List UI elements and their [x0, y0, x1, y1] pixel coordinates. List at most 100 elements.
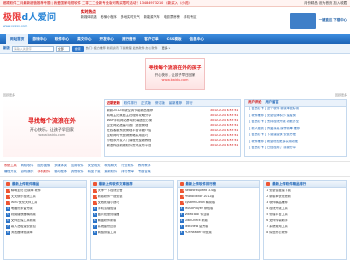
category-link[interactable]: 系统工具: [4, 164, 17, 168]
category-link[interactable]: 多媒体类: [54, 164, 67, 168]
item-link[interactable]: 视频播放器精简版: [11, 213, 36, 217]
item-link[interactable]: 看图软件新版: [98, 219, 117, 223]
item-link[interactable]: 2 新版本优化更新: [266, 195, 291, 199]
list-item[interactable]: 8 综合办公软件: [264, 230, 346, 236]
rank-badge: 2: [6, 195, 11, 199]
item-link[interactable]: DiskCheck 新版: [185, 219, 208, 223]
tab-comments[interactable]: 用户评论: [248, 100, 261, 105]
search-button[interactable]: 搜索: [71, 45, 84, 52]
category-link[interactable]: 其他软件: [71, 170, 84, 174]
category-link[interactable]: 精品下载: [88, 170, 101, 174]
banner-ad[interactable]: 寻找每个流浪在外的孩子 开心快乐 , 让孩子早日回家 www.baidu.com: [0, 54, 350, 94]
header-promo[interactable]: 一键直达 下载中心: [227, 10, 347, 32]
nav-item[interactable]: 开发中心: [96, 34, 118, 44]
item-link[interactable]: 图片批量处理器: [98, 213, 120, 217]
item-link[interactable]: PhotoEditor 2012版: [185, 195, 215, 199]
nav-item-home[interactable]: 网站首页: [6, 34, 29, 44]
nav-item[interactable]: 客户订单: [140, 34, 162, 44]
category-link[interactable]: 行业软件: [121, 164, 134, 168]
list-item[interactable]: 新浪科技新版软件资讯发布平台 2012-2-24 6:57:51: [107, 143, 239, 148]
item-link[interactable]: NetworkSpeed 3.4版: [185, 189, 217, 193]
item-link[interactable]: TextView 官方版: [185, 225, 209, 229]
hot-link[interactable]: 新能源汽车: [144, 15, 160, 20]
news-title[interactable]: 新浪科技新版软件资讯发布平台: [107, 144, 152, 148]
nav-item[interactable]: CSS模板: [163, 34, 186, 44]
news-title[interactable]: 精明主妇家庭主妇理财攻略分享: [107, 114, 152, 118]
search-more-link[interactable]: 更多 »: [162, 46, 171, 51]
hot-link[interactable]: 多地实时天气: [121, 15, 140, 20]
item-link[interactable]: VideoTool 专业版: [185, 213, 210, 217]
item-link[interactable]: Win7优化大师工具: [11, 201, 37, 205]
item-link[interactable]: SystemClean 精简版: [185, 201, 216, 205]
item-link[interactable]: 新版软件一键安装: [98, 195, 123, 199]
tab[interactable]: 排行: [184, 100, 195, 106]
item-link[interactable]: 网络测速工具: [98, 231, 117, 235]
category-link[interactable]: 联络聊天: [105, 164, 118, 168]
category-link[interactable]: 图形图像: [38, 164, 51, 168]
nav-item[interactable]: 美文中心: [73, 34, 95, 44]
category-link[interactable]: 应用软件: [71, 164, 84, 168]
list-item[interactable]: 8 网络测速工具: [91, 230, 173, 236]
news-title[interactable]: 小程序开发入门课程完整版教程: [107, 139, 152, 143]
item-link[interactable]: 3 软件精品推荐: [266, 201, 288, 205]
item-link[interactable]: 大学一下在线公告: [98, 189, 123, 193]
news-title[interactable]: 互联网时代营销策略实用技巧: [107, 134, 148, 138]
item-link[interactable]: PDFReader 中文版: [185, 231, 212, 235]
search-input[interactable]: 请输入关键字: [11, 45, 54, 52]
nav-item[interactable]: 软件中心: [51, 34, 73, 44]
tab-recent[interactable]: 近期更新: [104, 100, 122, 106]
hot-link[interactable]: 秒懂小程序: [101, 15, 117, 20]
category-link[interactable]: 最新软件: [105, 170, 118, 174]
item-link[interactable]: 浏览器绿色版本: [11, 231, 33, 235]
news-title[interactable]: WAP手机网站移动终端适配方案: [107, 119, 152, 123]
nav-item[interactable]: 游戏中心: [28, 34, 50, 44]
item-link[interactable]: 文件压缩工具新版: [11, 219, 36, 223]
item-link[interactable]: 输入法极速安装包: [11, 225, 36, 229]
item-link[interactable]: 电脑管家官方版: [11, 207, 33, 211]
category-link[interactable]: 安全相关: [88, 164, 101, 168]
item-link[interactable]: 5 管理平台工具: [266, 213, 288, 217]
item-link[interactable]: 天天快乐在线工具: [11, 195, 36, 199]
list-item[interactable]: 8 浏览器绿色版本: [4, 230, 86, 236]
item-link[interactable]: 手机清理加速: [98, 207, 117, 211]
column-icon: [179, 182, 184, 186]
category-link[interactable]: 排行榜单: [121, 170, 134, 174]
left-ad[interactable]: 寻找每个流浪在外 开心快乐，让孩子早回家 www.baidu.com: [3, 99, 101, 157]
item-link[interactable]: 6 文件传输助手: [266, 219, 288, 223]
top-notice[interactable]: 都顺软件二月最新超值推荐专题 | 我爱国家电视软件 二零二二全新专业版可购买限时…: [3, 1, 192, 5]
search-category-select[interactable]: 全部: [55, 45, 70, 52]
category-link[interactable]: 编程开发: [4, 170, 17, 174]
tab[interactable]: 软件排行: [122, 100, 139, 106]
item-link[interactable]: 1 安装包极速下载: [266, 189, 291, 193]
list-item[interactable]: 8 PDFReader 中文版: [178, 230, 260, 236]
news-title[interactable]: 企业网站搭建与推广运营管理: [107, 124, 148, 128]
category-link[interactable]: 驱动程序: [54, 170, 67, 174]
item-link[interactable]: 精明主妇 旧版本 软件: [11, 189, 41, 193]
tab[interactable]: 正式版: [139, 100, 153, 106]
item-link[interactable]: 8 综合办公软件: [266, 231, 288, 235]
item-link[interactable]: 4 在线升级工具: [266, 207, 288, 211]
category-link[interactable]: 游戏娱乐: [21, 170, 34, 174]
category-link[interactable]: 专题合集: [138, 170, 151, 174]
hot-link[interactable]: 电影票房榜: [164, 15, 180, 20]
hot-search-tags[interactable]: 热门: 极力推荐 新闻资讯 下载教程 最热软件 办公软件: [86, 46, 158, 51]
nav-item[interactable]: 流行音乐: [118, 34, 140, 44]
item-link[interactable]: MusicPlayer 绿色版: [185, 207, 214, 211]
tab[interactable]: 修订版: [153, 100, 167, 106]
category-link[interactable]: 网络软件: [21, 164, 34, 168]
comment-item[interactable]: [ 会员打卡 ] 已经在用了 感谢分享: [245, 146, 346, 153]
hot-link[interactable]: 新媒体精选: [81, 15, 97, 20]
hot-link[interactable]: 手机专区: [184, 15, 197, 20]
category-link[interactable]: 教育教学: [138, 164, 151, 168]
tab[interactable]: 最新推荐: [167, 100, 184, 106]
news-title[interactable]: 在线客服系统管理平台详细介绍: [107, 129, 152, 133]
nav-item[interactable]: 信息中心: [186, 34, 208, 44]
category-link[interactable]: 手机软件: [38, 170, 51, 174]
item-link[interactable]: 系统备份还原: [98, 225, 117, 229]
tab-messages[interactable]: 用户留言: [265, 100, 278, 105]
news-title[interactable]: 新款2012年版空调节能新品推荐: [107, 109, 153, 113]
site-logo[interactable]: 极限d人爱问 www.xxxxx.com: [3, 10, 78, 32]
item-link[interactable]: 7 系统常用工具: [266, 225, 288, 229]
item-link[interactable]: 文档处理小技巧: [98, 201, 120, 205]
top-links[interactable]: 月份精品 设为首页 加入收藏: [304, 1, 347, 5]
